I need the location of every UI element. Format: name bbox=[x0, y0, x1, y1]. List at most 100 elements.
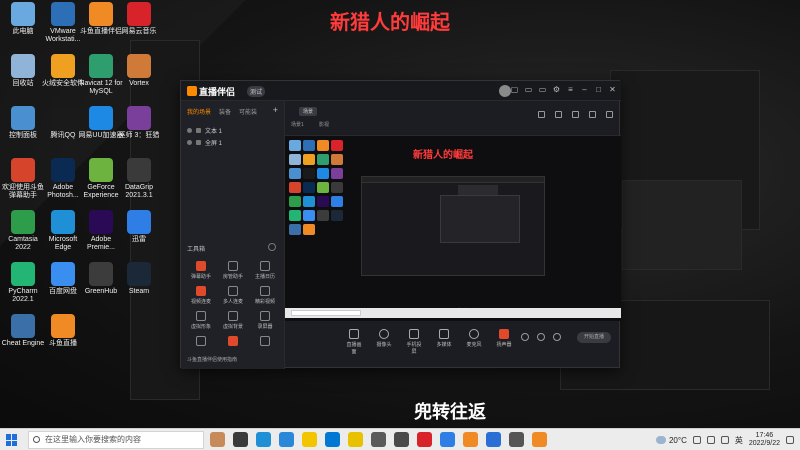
search-placeholder: 在这里输入你要搜索的内容 bbox=[45, 435, 141, 444]
layer-item[interactable]: 全屏 1 bbox=[181, 136, 284, 148]
edge-icon[interactable] bbox=[256, 432, 271, 447]
tool-extra[interactable] bbox=[185, 336, 217, 348]
volume-icon[interactable] bbox=[720, 436, 729, 444]
tool-avatar[interactable]: 虚拟形象 bbox=[185, 311, 217, 330]
datagrip-icon bbox=[127, 158, 151, 182]
toolbox-title: 工具箱 bbox=[187, 247, 206, 253]
preview-pycharm-icon bbox=[289, 210, 301, 221]
media-button[interactable]: 多媒体 bbox=[435, 329, 453, 355]
douyu-icon[interactable] bbox=[463, 432, 478, 447]
version-badge[interactable]: 测试 bbox=[247, 86, 266, 97]
uu-accelerator-icon bbox=[89, 106, 113, 130]
lock-icon[interactable] bbox=[196, 127, 201, 133]
clock[interactable]: 17:46 2022/9/22 bbox=[749, 432, 780, 448]
camera-button[interactable]: 摄像头 bbox=[375, 329, 393, 355]
eye-icon[interactable] bbox=[187, 139, 192, 145]
netease-music-icon[interactable] bbox=[417, 432, 432, 447]
guide-link[interactable]: 斗鱼直播伴侣使用指南 bbox=[187, 356, 237, 363]
xunlei-icon[interactable] bbox=[440, 432, 455, 447]
window-titlebar[interactable]: 直播伴侣 测试 ▢ ▭ ▭ ⚙ ≡ – □ ✕ bbox=[181, 81, 621, 101]
share-icon[interactable] bbox=[606, 111, 613, 118]
tool-highlights[interactable]: 精彩视频 bbox=[249, 286, 281, 305]
desktop-icon[interactable]: Steam bbox=[116, 262, 162, 296]
danmaku-icon bbox=[196, 261, 206, 271]
close-icon[interactable]: ✕ bbox=[608, 85, 617, 95]
phone-cast-button[interactable]: 手机投屏 bbox=[405, 329, 423, 355]
tab-equipment[interactable]: 装备 bbox=[219, 107, 231, 116]
notify-icon[interactable] bbox=[589, 111, 596, 118]
record-icon[interactable] bbox=[521, 333, 529, 341]
more-tools-icon[interactable] bbox=[268, 243, 276, 251]
speaker-button[interactable]: 扬声器 bbox=[495, 329, 513, 355]
tool-virtual-bg[interactable]: 虚拟背景 bbox=[217, 311, 249, 330]
microphone-button[interactable]: 麦克风 bbox=[465, 329, 483, 355]
screen-capture-button[interactable]: 直播画面 bbox=[345, 329, 363, 355]
settings-icon[interactable]: ⚙ bbox=[552, 85, 561, 95]
tool-calendar[interactable]: 主播日历 bbox=[249, 261, 281, 280]
tab-other[interactable]: 可能装 bbox=[239, 107, 257, 116]
layer-label: 文本 1 bbox=[205, 128, 223, 135]
gallery-icon bbox=[196, 336, 206, 346]
weather-widget[interactable]: 20°C bbox=[655, 436, 687, 445]
tool-video-link[interactable]: 视频连麦 bbox=[185, 286, 217, 305]
add-source-button[interactable]: + bbox=[273, 105, 278, 115]
screen-tool-icon[interactable] bbox=[509, 432, 524, 447]
desktop-icon[interactable]: DataGrip 2021.3.1 bbox=[116, 158, 162, 200]
task-view-icon[interactable] bbox=[233, 432, 248, 447]
desktop-icon[interactable]: 迅雷 bbox=[116, 210, 162, 244]
scene-tab[interactable]: 场景1 bbox=[291, 121, 304, 128]
tool-room-admin[interactable]: 房管助手 bbox=[217, 261, 249, 280]
fullscreen-icon[interactable] bbox=[572, 111, 579, 118]
tool-extra[interactable] bbox=[217, 336, 249, 348]
minimize-icon[interactable]: – bbox=[580, 85, 589, 95]
monitor-icon bbox=[349, 329, 359, 339]
ime-indicator[interactable]: 英 bbox=[735, 435, 743, 446]
tool-extra[interactable] bbox=[249, 336, 281, 348]
tool-danmaku[interactable]: 弹幕助手 bbox=[185, 261, 217, 280]
camtasia-icon bbox=[11, 210, 35, 234]
source-controls: 直播画面 摄像头 手机投屏 多媒体 麦克风 扬声器 开始直播 bbox=[285, 325, 621, 369]
taskbar-search[interactable]: 在这里输入你要搜索的内容 bbox=[28, 431, 204, 449]
mail-icon[interactable] bbox=[325, 432, 340, 447]
tool-recorder[interactable]: 录屏器 bbox=[249, 311, 281, 330]
screen-icon[interactable]: ▭ bbox=[538, 85, 547, 95]
desktop-icon[interactable]: 斗鱼直播 bbox=[40, 314, 86, 348]
browser-icon[interactable] bbox=[486, 432, 501, 447]
live-preview[interactable]: 新猎人的崛起 兜转往返 bbox=[285, 135, 621, 321]
highlights-icon bbox=[260, 286, 270, 296]
start-live-button[interactable]: 开始直播 bbox=[577, 332, 611, 343]
start-button[interactable] bbox=[6, 434, 18, 446]
desktop-icon[interactable]: 网易云音乐 bbox=[116, 2, 162, 36]
tool-multi-link[interactable]: 多人连麦 bbox=[217, 286, 249, 305]
message-icon[interactable]: ▢ bbox=[510, 85, 519, 95]
douyu-companion-icon[interactable] bbox=[532, 432, 547, 447]
lock-icon[interactable] bbox=[196, 139, 201, 145]
live-companion-window[interactable]: 直播伴侣 测试 ▢ ▭ ▭ ⚙ ≡ – □ ✕ 我的场景 装备 可能装 + 文本… bbox=[180, 80, 621, 369]
tab-my-scenes[interactable]: 我的场景 bbox=[187, 107, 211, 116]
control-label: 手机投屏 bbox=[406, 342, 422, 355]
layout-icon[interactable] bbox=[538, 111, 545, 118]
network-icon[interactable] bbox=[706, 436, 715, 444]
file-explorer-icon[interactable] bbox=[279, 432, 294, 447]
folder-icon[interactable] bbox=[302, 432, 317, 447]
notification-icon[interactable] bbox=[786, 436, 794, 444]
tool-label: 多人连麦 bbox=[222, 299, 243, 305]
maximize-icon[interactable]: □ bbox=[594, 85, 603, 95]
chat-icon[interactable]: ▭ bbox=[524, 85, 533, 95]
scene-tag[interactable]: 场景 bbox=[299, 107, 318, 116]
settings-icon[interactable] bbox=[553, 333, 561, 341]
desktop-icon[interactable]: 巫师 3：狂猎 bbox=[116, 106, 162, 140]
eye-icon[interactable] bbox=[187, 127, 192, 133]
alienware-icon[interactable] bbox=[371, 432, 386, 447]
layer-item[interactable]: 文本 1 bbox=[181, 124, 284, 136]
news-widget-icon[interactable] bbox=[210, 432, 225, 447]
scene-tab-2[interactable]: 影视 bbox=[319, 121, 329, 128]
preview-baidu-netdisk-icon bbox=[303, 210, 315, 221]
menu-icon[interactable]: ≡ bbox=[566, 85, 575, 95]
clip-icon[interactable] bbox=[555, 111, 562, 118]
effects-icon[interactable] bbox=[537, 333, 545, 341]
desktop-icon[interactable]: Vortex bbox=[116, 54, 162, 88]
tray-app-icon[interactable] bbox=[692, 436, 701, 444]
game-icon[interactable] bbox=[394, 432, 409, 447]
notes-icon[interactable] bbox=[348, 432, 363, 447]
